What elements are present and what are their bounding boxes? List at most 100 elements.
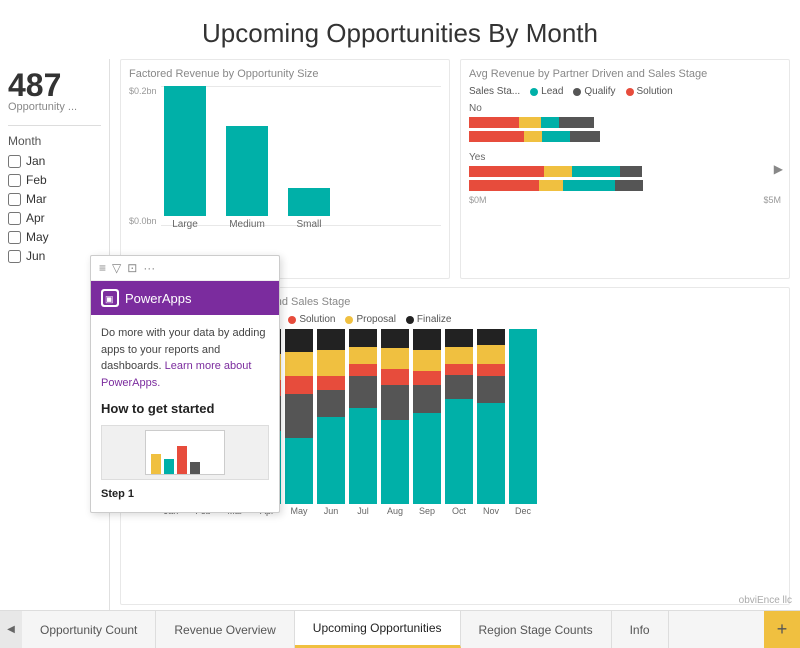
tab-prev-btn[interactable]: ◀ xyxy=(0,611,22,648)
month-checkbox[interactable] xyxy=(8,174,21,187)
no-bar-2 xyxy=(469,131,781,142)
avg-revenue-legend: Sales Sta... Lead Qualify Solution xyxy=(469,86,781,97)
stacked-bar-column xyxy=(445,329,473,504)
legend-qualify: Qualify xyxy=(573,86,615,97)
stacked-segment xyxy=(509,329,537,504)
x-axis-labels: $0M $5M xyxy=(469,195,781,205)
bar-column: Small xyxy=(288,188,330,230)
month-checkbox[interactable] xyxy=(8,212,21,225)
bar-segment xyxy=(563,180,615,191)
powerapps-title: PowerApps xyxy=(125,291,191,306)
month-item: Apr xyxy=(8,211,101,225)
stacked-segment xyxy=(413,413,441,504)
stacked-segment xyxy=(349,376,377,408)
bar-column: Medium xyxy=(226,126,268,230)
month-x-label: Aug xyxy=(381,506,409,516)
bar-segment xyxy=(469,180,539,191)
bar-segment xyxy=(469,166,544,177)
step-thumbnail xyxy=(101,425,269,480)
month-checkbox[interactable] xyxy=(8,193,21,206)
opportunity-label: Opportunity ... xyxy=(8,101,101,113)
month-label: Jan xyxy=(26,154,45,168)
bar-segment xyxy=(572,166,620,177)
yes-bar-2 xyxy=(469,180,781,191)
menu-icon[interactable]: ≡ xyxy=(99,261,106,275)
stacked-segment xyxy=(413,329,441,350)
stacked-bar-column xyxy=(381,329,409,504)
month-label: Apr xyxy=(26,211,45,225)
bar-label: Large xyxy=(172,219,198,230)
bar-rect xyxy=(226,126,268,216)
month-checkbox[interactable] xyxy=(8,250,21,263)
stacked-segment xyxy=(477,364,505,376)
more-icon[interactable]: ··· xyxy=(143,261,155,275)
month-checkbox[interactable] xyxy=(8,231,21,244)
legend-dot xyxy=(406,316,414,324)
stacked-segment xyxy=(381,348,409,369)
stacked-bar-column xyxy=(477,329,505,504)
how-to-title: How to get started xyxy=(101,399,269,419)
opportunity-count: 487 xyxy=(8,69,101,101)
yes-label: Yes xyxy=(469,152,781,163)
bar-segment xyxy=(559,117,594,128)
stacked-bar-column xyxy=(317,329,345,504)
stacked-segment xyxy=(477,403,505,505)
stacked-bar-column xyxy=(509,329,537,504)
month-x-label: Jul xyxy=(349,506,377,516)
month-x-label: Oct xyxy=(445,506,473,516)
month-checkbox[interactable] xyxy=(8,155,21,168)
no-bars xyxy=(469,117,781,142)
tab-item[interactable]: Region Stage Counts xyxy=(461,611,612,648)
tab-item[interactable]: Upcoming Opportunities xyxy=(295,611,461,648)
bar-label: Medium xyxy=(229,219,265,230)
popup-toolbar: ≡ ▽ ⊡ ··· xyxy=(91,256,279,281)
legend-solution: Solution xyxy=(626,86,673,97)
month-list: Jan Feb Mar Apr May Jun xyxy=(8,154,101,263)
month-x-label: Nov xyxy=(477,506,505,516)
tabs-container: Opportunity CountRevenue OverviewUpcomin… xyxy=(22,611,669,648)
stacked-segment xyxy=(349,364,377,376)
month-label: Jun xyxy=(26,249,45,263)
stacked-segment xyxy=(285,394,313,438)
chart-arrow-icon[interactable]: ▶ xyxy=(774,162,783,176)
bar-segment xyxy=(469,131,524,142)
svg-text:▣: ▣ xyxy=(105,294,114,304)
stacked-bar-column xyxy=(349,329,377,504)
filter-icon[interactable]: ▽ xyxy=(112,261,121,275)
month-label: Feb xyxy=(26,173,47,187)
powerapps-icon: ▣ xyxy=(101,289,119,307)
bar-segment xyxy=(519,117,541,128)
sidebar-divider xyxy=(8,125,101,126)
month-x-label: Dec xyxy=(509,506,537,516)
no-group: No xyxy=(469,103,781,142)
yes-group: Yes xyxy=(469,152,781,191)
no-label: No xyxy=(469,103,781,114)
stacked-bar-column xyxy=(285,329,313,504)
step-label: Step 1 xyxy=(101,486,269,503)
month-filter-label: Month xyxy=(8,134,101,148)
stacked-segment xyxy=(477,329,505,345)
bar-segment xyxy=(620,166,642,177)
tab-item[interactable]: Revenue Overview xyxy=(156,611,294,648)
thumb-bar3 xyxy=(177,446,187,474)
month-label: May xyxy=(26,230,49,244)
revenue-bars: Large Medium Small xyxy=(129,90,441,230)
bar-segment xyxy=(615,180,643,191)
month-item: Jun xyxy=(8,249,101,263)
frame-icon[interactable]: ⊡ xyxy=(127,261,137,275)
tab-add-btn[interactable]: + xyxy=(764,611,800,648)
legend-solution-stacked: Solution xyxy=(288,314,335,325)
tab-item[interactable]: Info xyxy=(612,611,669,648)
stacked-segment xyxy=(445,329,473,347)
month-item: Mar xyxy=(8,192,101,206)
stacked-segment xyxy=(317,376,345,390)
bar-rect xyxy=(288,188,330,216)
stacked-segment xyxy=(317,329,345,350)
tab-item[interactable]: Opportunity Count xyxy=(22,611,156,648)
thumb-bar4 xyxy=(190,462,200,474)
month-item: Jan xyxy=(8,154,101,168)
no-bar-1 xyxy=(469,117,781,128)
bar-segment xyxy=(542,131,570,142)
stacked-segment xyxy=(285,329,313,352)
stacked-segment xyxy=(477,345,505,364)
